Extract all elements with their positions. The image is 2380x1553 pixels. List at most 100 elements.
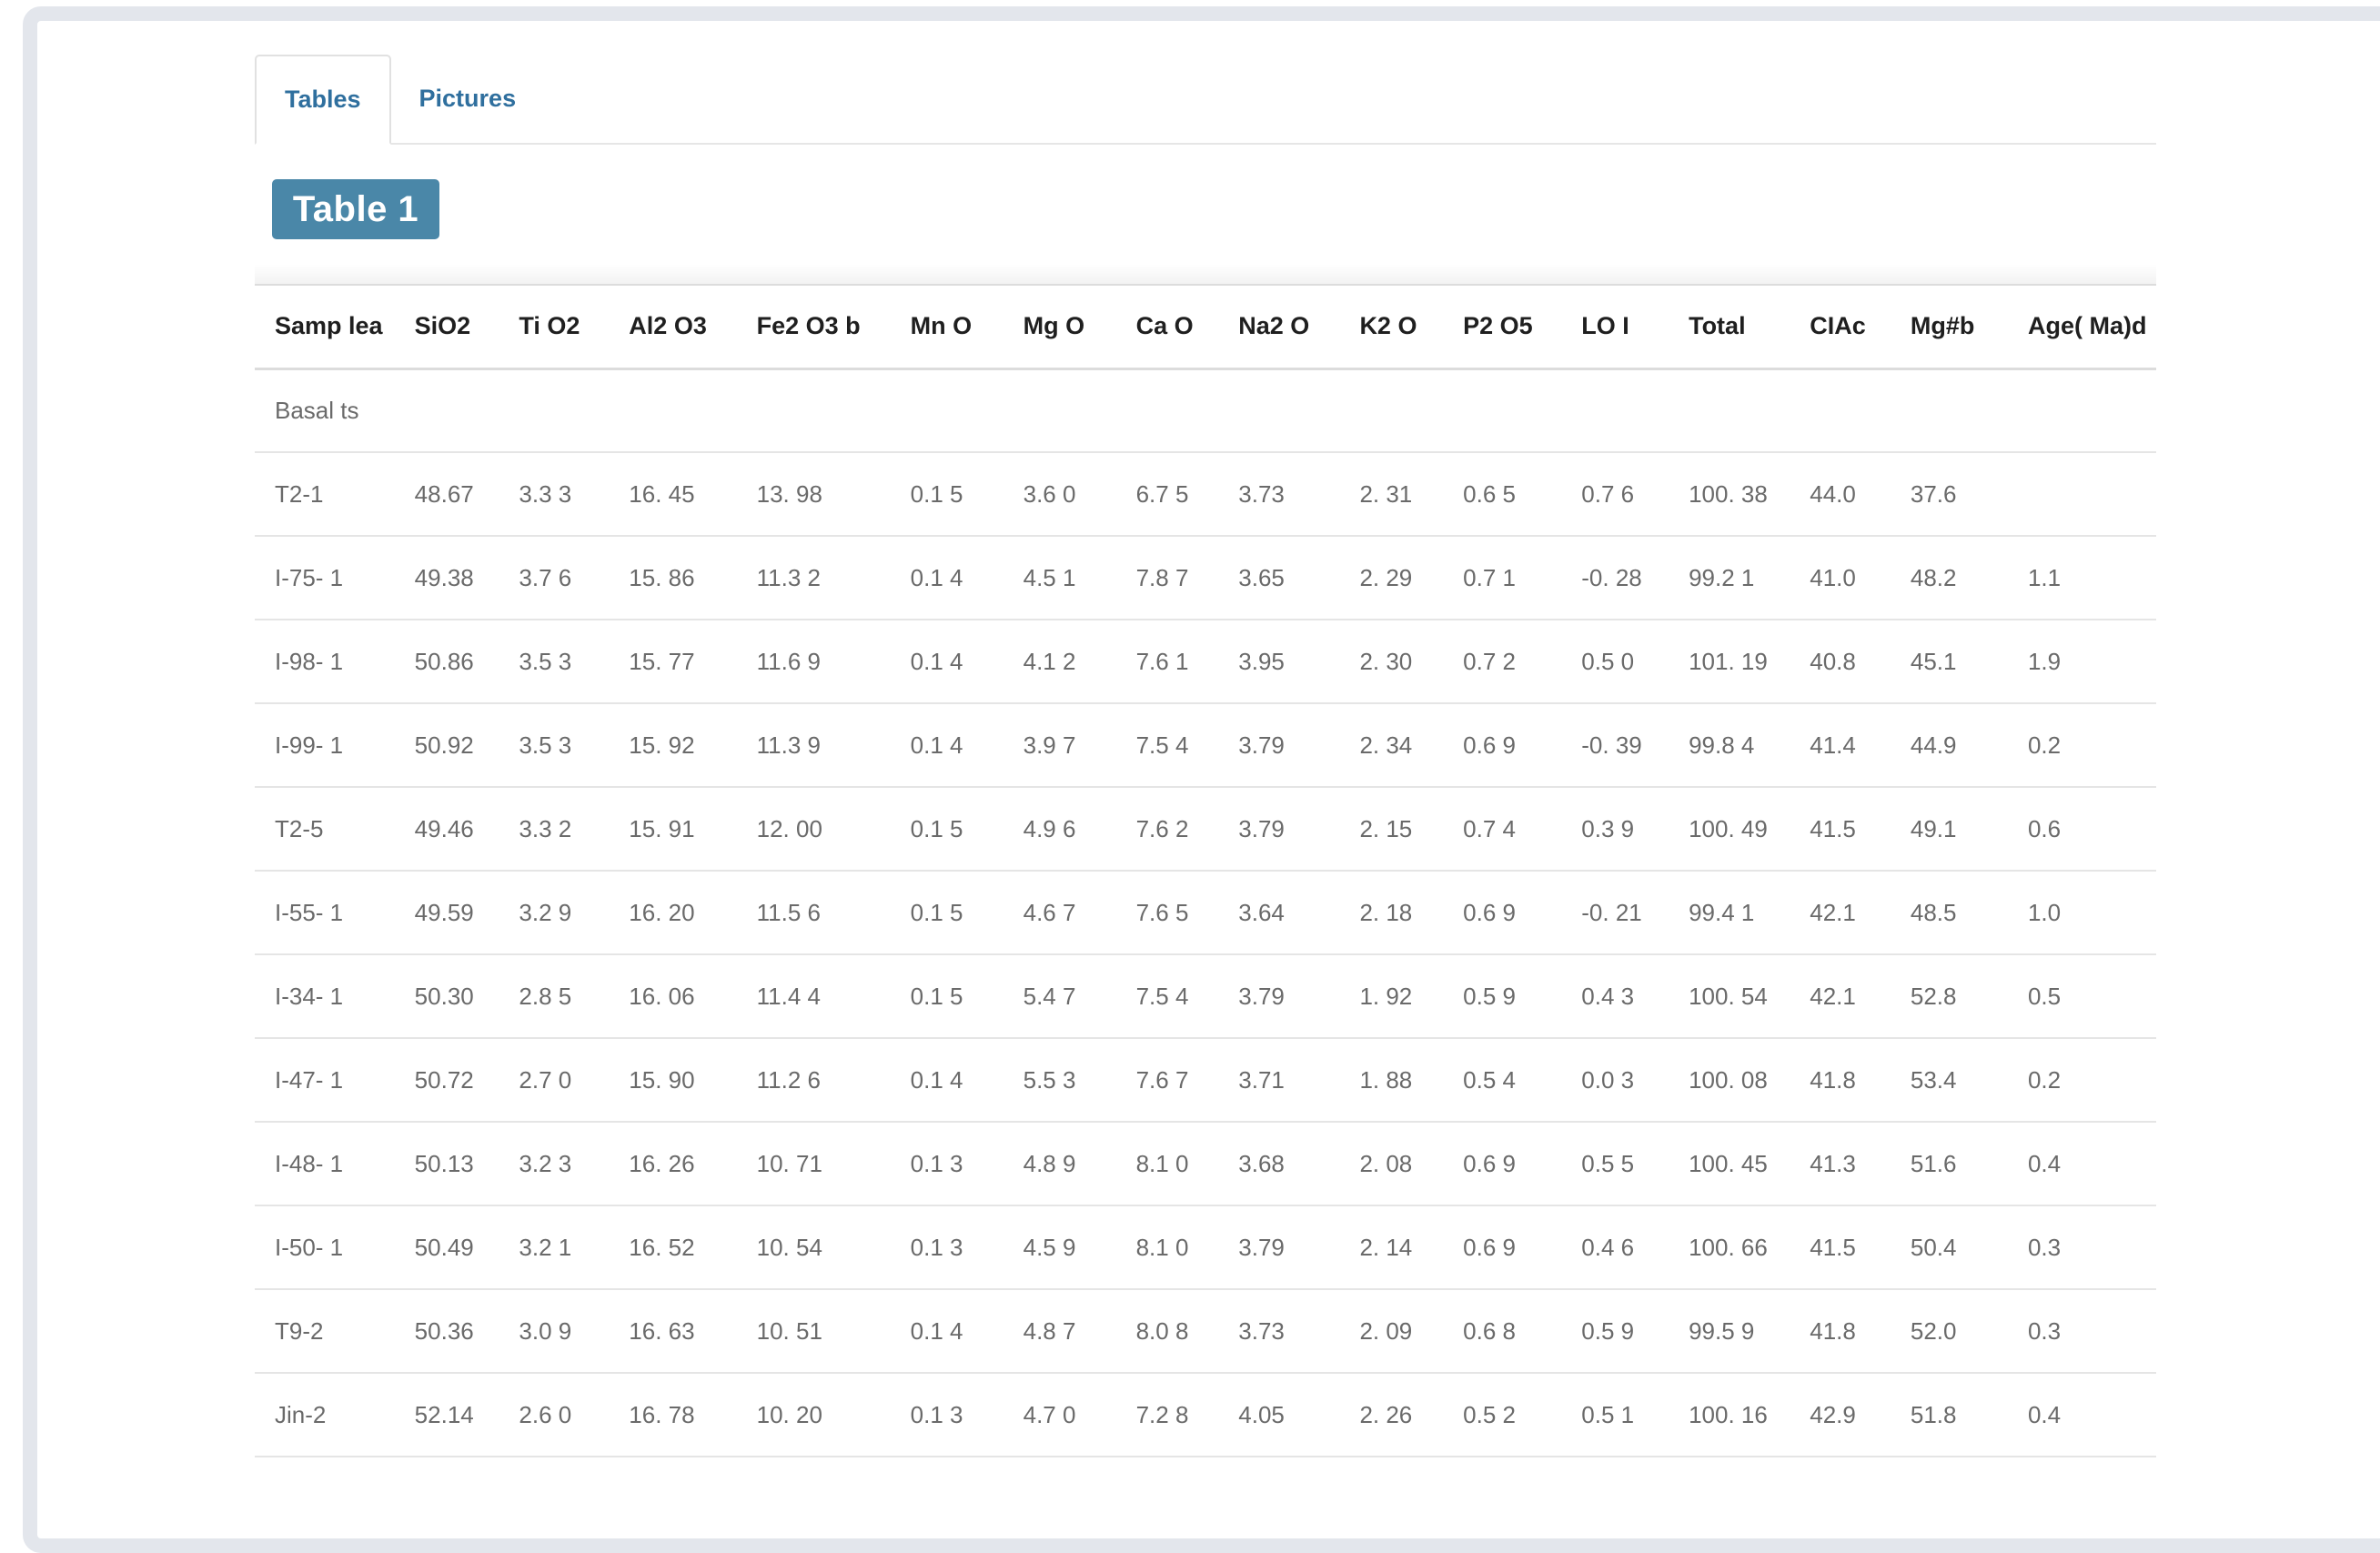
table-cell: 0.4 xyxy=(2007,1373,2156,1457)
table-cell: 3.79 xyxy=(1218,703,1340,788)
table-cell: 0.1 4 xyxy=(890,1038,1003,1123)
table-cell: 0.5 9 xyxy=(1561,1289,1669,1374)
table-cell: 0.1 3 xyxy=(890,1122,1003,1206)
column-header: SiO2 xyxy=(394,284,499,370)
table-cell: 0.1 5 xyxy=(890,871,1003,955)
table-cell: 1.9 xyxy=(2007,620,2156,704)
table-cell: 11.6 9 xyxy=(736,620,891,704)
column-header: Al2 O3 xyxy=(609,284,737,370)
table-cell: 0.5 9 xyxy=(1443,954,1562,1039)
table-title-badge: Table 1 xyxy=(272,179,439,239)
column-header: Age( Ma)d xyxy=(2007,284,2156,370)
table-cell: 51.8 xyxy=(1890,1373,2008,1457)
table-cell: 4.8 9 xyxy=(1003,1122,1116,1206)
table-cell: 2. 09 xyxy=(1339,1289,1444,1374)
table-cell: 0.3 9 xyxy=(1561,787,1669,872)
table-cell: 2.8 5 xyxy=(499,954,610,1039)
table-cell: 99.5 9 xyxy=(1669,1289,1790,1374)
table-row: I-75- 1 49.38 3.7 6 15. 86 11.3 2 0.1 4 4.5 17… xyxy=(255,536,2156,620)
table-cell: 0.1 5 xyxy=(890,787,1003,872)
main-content: Tables Pictures Table 1 Samp lea SiO2 Ti O… xyxy=(255,55,2156,1457)
table-cell: I-47- 1 xyxy=(255,1038,395,1123)
table-cell: 0.6 9 xyxy=(1443,703,1562,788)
table-cell: 42.1 xyxy=(1790,871,1891,955)
table-cell: 3.2 3 xyxy=(499,1122,610,1206)
column-header: Mg O xyxy=(1003,284,1116,370)
table-cell: 2. 14 xyxy=(1339,1205,1444,1290)
table-cell: I-50- 1 xyxy=(255,1205,395,1290)
table-cell: 49.38 xyxy=(394,536,499,620)
table-cell: 41.8 xyxy=(1790,1289,1891,1374)
table-cell: 2. 30 xyxy=(1339,620,1444,704)
table-row: I-98- 1 50.86 3.5 3 15. 77 11.6 9 0.1 4 4.1 27… xyxy=(255,620,2156,704)
table-cell: 3.68 xyxy=(1218,1122,1340,1206)
table-cell: 0.2 xyxy=(2007,703,2156,788)
column-header: LO I xyxy=(1561,284,1669,370)
table-row: I-50- 1 50.49 3.2 1 16. 52 10. 54 0.1 3 4.5 98… xyxy=(255,1205,2156,1290)
table-cell: 11.3 9 xyxy=(736,703,891,788)
table-row: I-55- 1 49.59 3.2 9 16. 20 11.5 6 0.1 5 4.6 77… xyxy=(255,871,2156,955)
table-cell: -0. 21 xyxy=(1561,871,1669,955)
table-cell: 7.6 5 xyxy=(1115,871,1219,955)
table-cell: 3.3 3 xyxy=(499,452,610,537)
table-cell: 3.73 xyxy=(1218,1289,1340,1374)
table-cell: 7.8 7 xyxy=(1115,536,1219,620)
table-cell: 2. 34 xyxy=(1339,703,1444,788)
table-cell: 3.79 xyxy=(1218,1205,1340,1290)
table-cell: 16. 63 xyxy=(609,1289,737,1374)
table-cell: 2. 26 xyxy=(1339,1373,1444,1457)
tab-tables[interactable]: Tables xyxy=(255,55,391,145)
table-row: I-48- 1 50.13 3.2 3 16. 26 10. 71 0.1 3 4.8 98… xyxy=(255,1122,2156,1206)
table-cell: 44.0 xyxy=(1790,452,1891,537)
table-cell: 0.6 xyxy=(2007,787,2156,872)
table-cell: I-34- 1 xyxy=(255,954,395,1039)
table-cell: 51.6 xyxy=(1890,1122,2008,1206)
table-cell: 41.8 xyxy=(1790,1038,1891,1123)
table-cell: 0.1 3 xyxy=(890,1205,1003,1290)
table-cell: 41.4 xyxy=(1790,703,1891,788)
table-cell: I-98- 1 xyxy=(255,620,395,704)
table-cell: 41.5 xyxy=(1790,1205,1891,1290)
table-cell: 0.3 xyxy=(2007,1289,2156,1374)
table-cell: -0. 39 xyxy=(1561,703,1669,788)
table-cell: 4.6 7 xyxy=(1003,871,1116,955)
table-cell: 40.8 xyxy=(1790,620,1891,704)
table-cell: 49.46 xyxy=(394,787,499,872)
table-cell: 0.5 4 xyxy=(1443,1038,1562,1123)
tab-pictures[interactable]: Pictures xyxy=(391,55,545,143)
table-cell: 48.67 xyxy=(394,452,499,537)
table-cell: 101. 19 xyxy=(1669,620,1790,704)
table-cell: 0.5 0 xyxy=(1561,620,1669,704)
table-cell: 0.2 xyxy=(2007,1038,2156,1123)
table-cell: 49.59 xyxy=(394,871,499,955)
table-cell: 3.79 xyxy=(1218,954,1340,1039)
table-cell: 10. 54 xyxy=(736,1205,891,1290)
table-cell: 100. 66 xyxy=(1669,1205,1790,1290)
column-header: Ti O2 xyxy=(499,284,610,370)
table-cell: 3.65 xyxy=(1218,536,1340,620)
table-container: Samp lea SiO2 Ti O2 Al2 O3 Fe2 O3 b Mn O Mg OC… xyxy=(255,264,2156,1457)
table-cell: 7.6 1 xyxy=(1115,620,1219,704)
table-cell: 100. 16 xyxy=(1669,1373,1790,1457)
column-header: CIAc xyxy=(1790,284,1891,370)
table-cell: 0.7 1 xyxy=(1443,536,1562,620)
table-cell: 50.30 xyxy=(394,954,499,1039)
table-cell: 11.2 6 xyxy=(736,1038,891,1123)
table-cell: 52.0 xyxy=(1890,1289,2008,1374)
table-cell: 3.6 0 xyxy=(1003,452,1116,537)
table-cell: 2. 15 xyxy=(1339,787,1444,872)
table-cell: 0.6 8 xyxy=(1443,1289,1562,1374)
table-cell: 3.73 xyxy=(1218,452,1340,537)
table-cell: 0.5 5 xyxy=(1561,1122,1669,1206)
tab-bar: Tables Pictures xyxy=(255,55,2156,145)
table-cell: 52.8 xyxy=(1890,954,2008,1039)
table-cell: 8.1 0 xyxy=(1115,1205,1219,1290)
table-cell: 3.79 xyxy=(1218,787,1340,872)
table-cell: 100. 45 xyxy=(1669,1122,1790,1206)
table-cell: 4.7 0 xyxy=(1003,1373,1116,1457)
table-cell: 13. 98 xyxy=(736,452,891,537)
table-cell: 16. 45 xyxy=(609,452,737,537)
table-cell: 2. 31 xyxy=(1339,452,1444,537)
table-cell: 0.6 9 xyxy=(1443,1205,1562,1290)
table-cell: 4.5 9 xyxy=(1003,1205,1116,1290)
